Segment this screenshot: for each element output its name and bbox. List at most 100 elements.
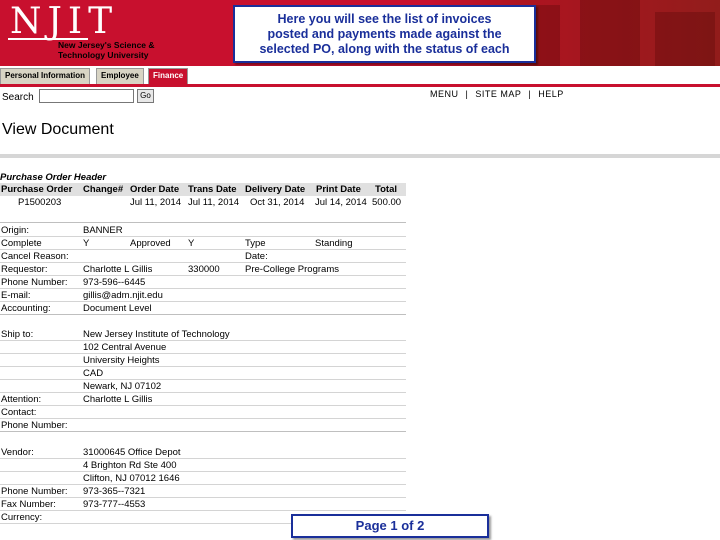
total-amount: 500.00 <box>372 197 402 208</box>
phone-label: Phone Number: <box>1 277 68 288</box>
type-value: Standing <box>315 238 353 249</box>
accounting-value: Document Level <box>83 303 152 314</box>
callout-line-1: Here you will see the list of invoices <box>277 12 492 26</box>
vendor-line-2: 4 Brighton Rd Ste 400 <box>83 460 177 471</box>
logo-letters: NJIT <box>10 1 119 42</box>
title-divider <box>0 154 720 158</box>
logo-tagline-2: Technology University <box>58 50 149 60</box>
complete-value: Y <box>83 238 90 249</box>
row-ship-3: University Heights <box>0 354 406 367</box>
row-origin: Origin: BANNER <box>0 224 406 237</box>
vendor-phone-label: Phone Number: <box>1 486 68 497</box>
col-trans-date: Trans Date <box>188 184 237 195</box>
vendor-line-3: Clifton, NJ 07012 1646 <box>83 473 180 484</box>
col-print-date: Print Date <box>316 184 361 195</box>
help-link[interactable]: HELP <box>538 89 564 99</box>
ship-line-4: CAD <box>83 368 104 379</box>
po-number[interactable]: P1500203 <box>18 196 61 209</box>
row-ship-2: 102 Central Avenue <box>0 341 406 354</box>
page-indicator: Page 1 of 2 <box>291 514 489 538</box>
search-go-button[interactable]: Go <box>137 89 154 103</box>
top-links: MENU | SITE MAP | HELP <box>430 89 568 99</box>
attention-value: Charlotte L Gillis <box>83 394 153 405</box>
ship-phone-label: Phone Number: <box>1 420 68 431</box>
vendor-label: Vendor: <box>1 447 34 458</box>
origin-value: BANNER <box>83 225 123 236</box>
trans-date: Jul 11, 2014 <box>188 197 240 208</box>
currency-label: Currency: <box>1 512 43 523</box>
link-separator: | <box>528 89 532 99</box>
po-details: Origin: BANNER Complete Y Approved Y Typ… <box>0 210 406 530</box>
complete-label: Complete <box>1 238 42 249</box>
row-vendor-phone: Phone Number: 973-365--7321 <box>0 485 406 498</box>
row-accounting: Accounting: Document Level <box>0 302 406 315</box>
print-date: Jul 14, 2014 <box>315 197 367 208</box>
callout-line-3: selected PO, along with the status of ea… <box>259 42 510 56</box>
tab-bar: Personal Information Employee Finance <box>0 66 720 86</box>
row-ship-phone: Phone Number: <box>0 419 406 432</box>
ship-line-1: New Jersey Institute of Technology <box>83 329 230 340</box>
row-cancel: Cancel Reason: Date: <box>0 250 406 263</box>
tab-underline <box>0 84 720 87</box>
cancel-reason-label: Cancel Reason: <box>1 251 69 262</box>
logo-tagline: New Jersey's Science & Technology Univer… <box>58 40 155 60</box>
ship-line-5: Newark, NJ 07102 <box>83 381 162 392</box>
po-header-title: Purchase Order Header <box>0 172 107 183</box>
row-attention: Attention: Charlotte L Gillis <box>0 393 406 406</box>
phone-value: 973-596--6445 <box>83 277 146 288</box>
instruction-callout: Here you will see the list of invoices p… <box>233 5 536 63</box>
row-vendor: Vendor: 31000645 Office Depot <box>0 446 406 459</box>
order-date: Jul 11, 2014 <box>130 197 182 208</box>
row-fax: Fax Number: 973-777--4553 <box>0 498 406 511</box>
njit-banner: NJIT New Jersey's Science & Technology U… <box>0 0 720 66</box>
col-total: Total <box>375 184 397 195</box>
page-title: View Document <box>2 121 114 138</box>
row-ship-5: Newark, NJ 07102 <box>0 380 406 393</box>
date-label: Date: <box>245 251 268 262</box>
link-separator: | <box>465 89 469 99</box>
search-label: Search <box>2 92 34 103</box>
requestor-value: Charlotte L Gillis <box>83 264 153 275</box>
col-change: Change# <box>83 184 124 195</box>
ship-to-label: Ship to: <box>1 329 34 340</box>
po-header-columns: Purchase Order Change# Order Date Trans … <box>0 183 406 196</box>
row-ship-4: CAD <box>0 367 406 380</box>
attention-label: Attention: <box>1 394 42 405</box>
row-phone: Phone Number: 973-596--6445 <box>0 276 406 289</box>
po-header-values: P1500203 Jul 11, 2014 Jul 11, 2014 Oct 3… <box>0 196 406 209</box>
callout-line-2: posted and payments made against the <box>267 27 502 41</box>
menu-link[interactable]: MENU <box>430 89 459 99</box>
row-email: E-mail: gillis@adm.njit.edu <box>0 289 406 302</box>
requestor-id: 330000 <box>188 264 220 275</box>
fax-label: Fax Number: <box>1 499 56 510</box>
row-complete: Complete Y Approved Y Type Standing <box>0 237 406 250</box>
vendor-phone-value: 973-365--7321 <box>83 486 146 497</box>
tab-employee[interactable]: Employee <box>96 68 144 84</box>
tab-finance[interactable]: Finance <box>148 68 189 84</box>
requestor-org: Pre-College Programs <box>245 264 339 275</box>
row-vendor-2: 4 Brighton Rd Ste 400 <box>0 459 406 472</box>
search-input[interactable] <box>39 89 134 103</box>
fax-value: 973-777--4553 <box>83 499 146 510</box>
email-label: E-mail: <box>1 290 31 301</box>
tab-personal-information[interactable]: Personal Information <box>0 68 91 84</box>
email-value[interactable]: gillis@adm.njit.edu <box>83 289 163 302</box>
spacer-row <box>0 210 406 223</box>
origin-label: Origin: <box>1 225 29 236</box>
type-label: Type <box>245 238 266 249</box>
col-purchase-order: Purchase Order <box>1 184 73 195</box>
col-order-date: Order Date <box>130 184 180 195</box>
row-requestor: Requestor: Charlotte L Gillis 330000 Pre… <box>0 263 406 276</box>
ship-line-2: 102 Central Avenue <box>83 342 167 353</box>
approved-value: Y <box>188 238 195 249</box>
site-map-link[interactable]: SITE MAP <box>475 89 521 99</box>
contact-label: Contact: <box>1 407 37 418</box>
vendor-line-1: 31000645 Office Depot <box>83 447 181 458</box>
approved-label: Approved <box>130 238 171 249</box>
accounting-label: Accounting: <box>1 303 51 314</box>
row-contact: Contact: <box>0 406 406 419</box>
col-delivery-date: Delivery Date <box>245 184 306 195</box>
requestor-label: Requestor: <box>1 264 48 275</box>
njit-logo[interactable]: NJIT <box>10 4 118 40</box>
row-ship-to: Ship to: New Jersey Institute of Technol… <box>0 328 406 341</box>
